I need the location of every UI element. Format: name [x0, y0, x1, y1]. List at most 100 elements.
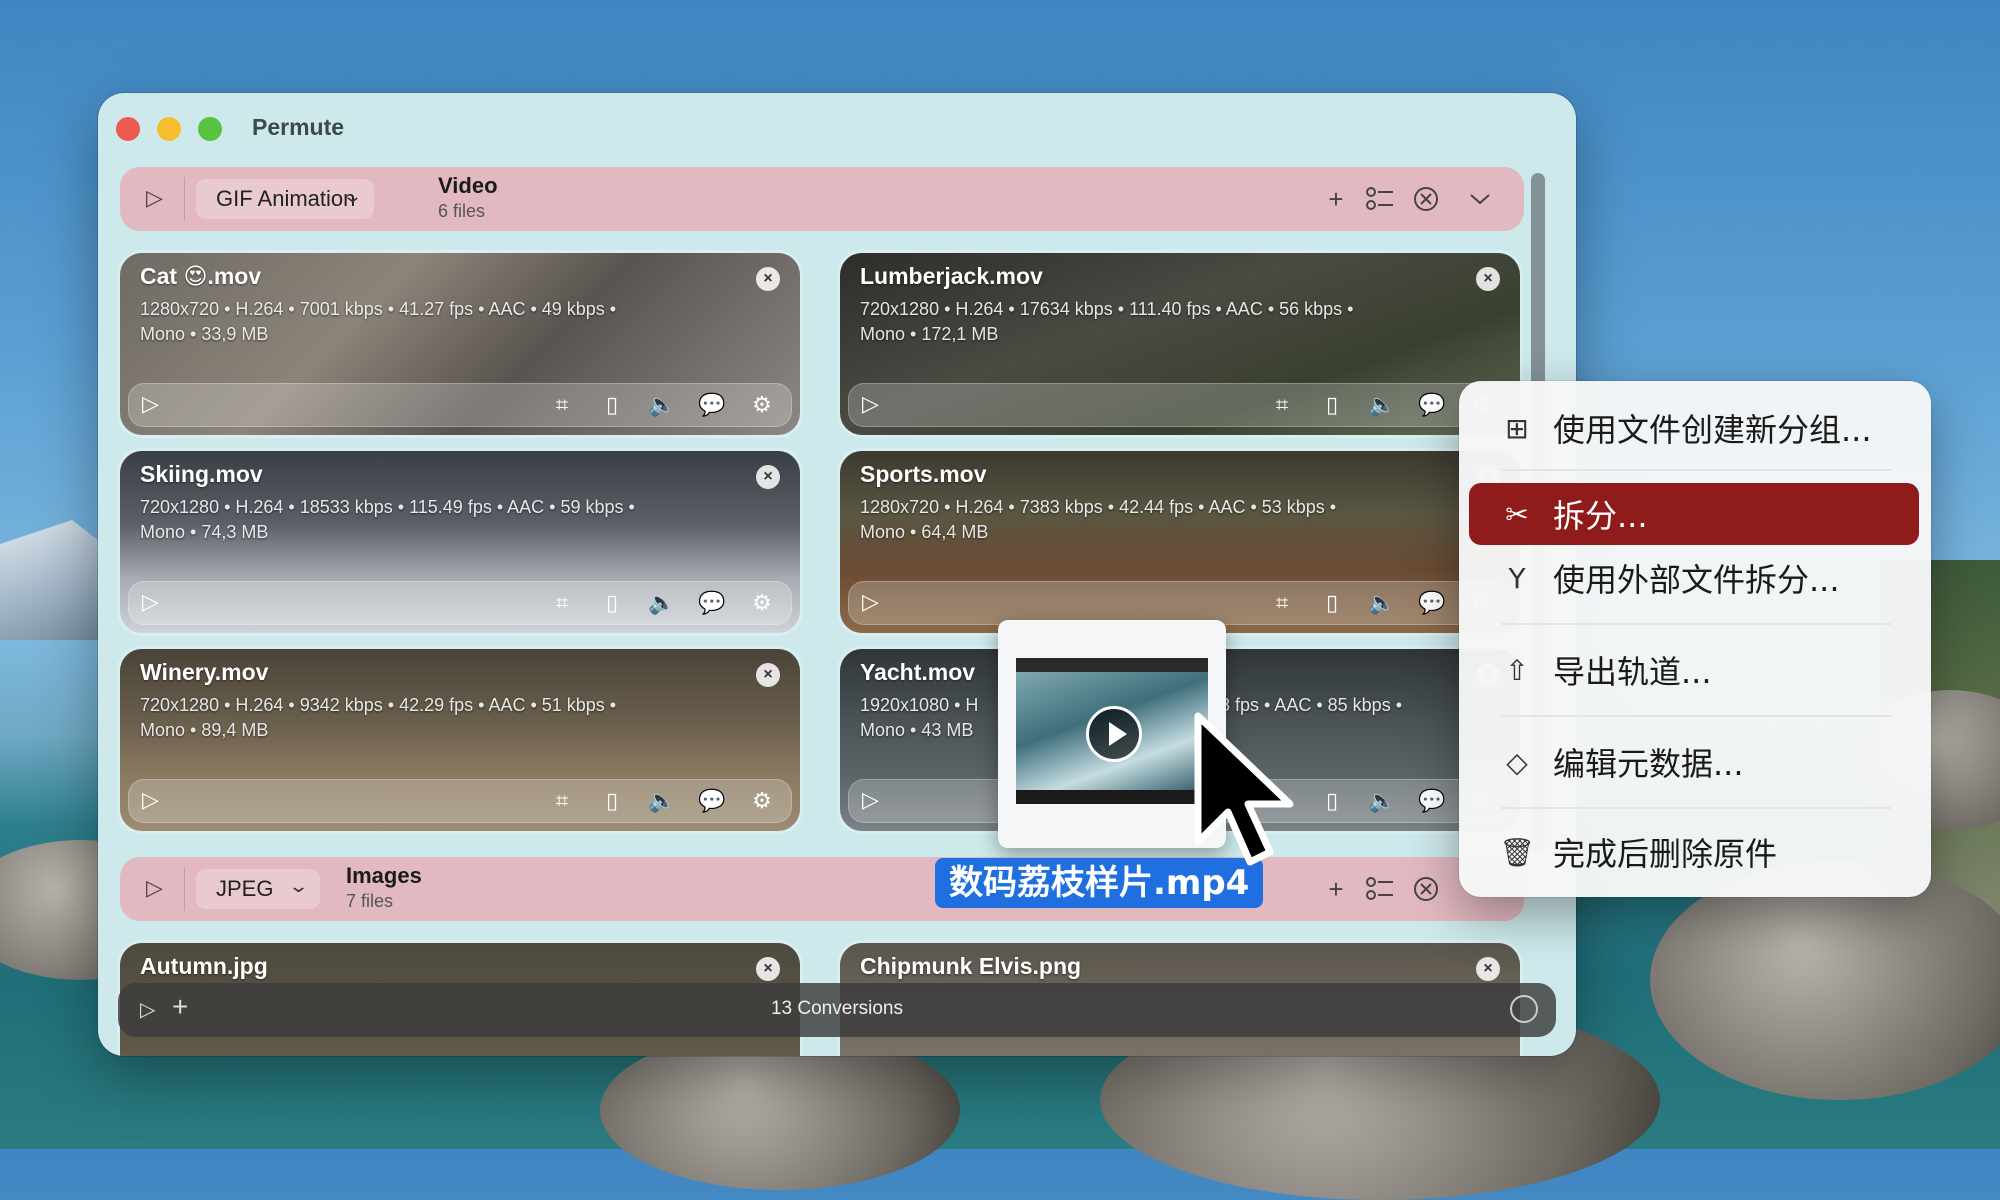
checklist-icon[interactable] — [1364, 873, 1396, 905]
add-icon[interactable]: + — [1320, 873, 1352, 905]
file-toolbar: ▷ ⌗ ▯ 🔈 💬 ⚙ — [128, 581, 792, 625]
trim-icon[interactable]: ▯ — [596, 389, 628, 421]
subtitles-icon[interactable]: 💬 — [1416, 389, 1448, 421]
audio-icon[interactable]: 🔈 — [1366, 389, 1398, 421]
file-meta: Mono • 33,9 MB — [140, 324, 269, 344]
audio-icon[interactable]: 🔈 — [646, 587, 678, 619]
play-group-button[interactable]: ▷ — [146, 875, 172, 903]
file-meta: Mono • 64,4 MB — [860, 522, 989, 542]
file-card[interactable]: Lumberjack.mov 720x1280 • H.264 • 17634 … — [840, 253, 1520, 435]
remove-all-icon[interactable] — [1410, 873, 1442, 905]
subtitles-icon[interactable]: 💬 — [696, 785, 728, 817]
play-icon[interactable]: ▷ — [142, 391, 159, 417]
zoom-window-button[interactable] — [198, 117, 222, 141]
play-icon[interactable]: ▷ — [862, 787, 879, 813]
menu-item-new-group[interactable]: ⊞ 使用文件创建新分组... — [1469, 397, 1919, 459]
close-window-button[interactable] — [116, 117, 140, 141]
grid-icon: ⊞ — [1505, 411, 1529, 445]
crop-icon[interactable]: ⌗ — [546, 785, 578, 817]
file-meta: Mono • 172,1 MB — [860, 324, 999, 344]
menu-item-split-external[interactable]: Y 使用外部文件拆分... — [1469, 547, 1919, 609]
file-meta: 720x1280 • H.264 • 9342 kbps • 42.29 fps… — [140, 695, 617, 715]
play-icon[interactable]: ▷ — [862, 391, 879, 417]
file-toolbar: ▷ ⌗ ▯ 🔈 💬 ⚙ — [848, 383, 1512, 427]
file-toolbar: ▷ ⌗ ▯ 🔈 💬 ⚙ — [848, 581, 1512, 625]
add-icon[interactable]: + — [1320, 183, 1352, 215]
file-name: Winery.mov — [140, 659, 269, 685]
file-meta: 1280x720 • H.264 • 7001 kbps • 41.27 fps… — [140, 299, 617, 319]
file-meta: 1920x1080 • H — [860, 695, 979, 715]
preset-label: GIF Animation — [216, 186, 356, 211]
menu-item-delete-original[interactable]: 🗑 完成后删除原件 — [1469, 821, 1919, 883]
share-icon: ⇧ — [1505, 653, 1529, 687]
trim-icon[interactable]: ▯ — [1316, 785, 1348, 817]
play-icon[interactable]: ▷ — [142, 589, 159, 615]
remove-file-icon[interactable]: × — [756, 957, 780, 981]
subtitles-icon[interactable]: 💬 — [1416, 587, 1448, 619]
file-card[interactable]: Skiing.mov 720x1280 • H.264 • 18533 kbps… — [120, 451, 800, 633]
subtitles-icon[interactable]: 💬 — [696, 389, 728, 421]
crop-icon[interactable]: ⌗ — [546, 389, 578, 421]
checklist-icon[interactable] — [1364, 183, 1396, 215]
file-card[interactable]: Sports.mov 1280x720 • H.264 • 7383 kbps … — [840, 451, 1520, 633]
menu-item-split[interactable]: ✂ 拆分... — [1469, 483, 1919, 545]
subtitles-icon[interactable]: 💬 — [1416, 785, 1448, 817]
scissors-icon: ✂ — [1505, 497, 1529, 531]
file-name: Lumberjack.mov — [860, 263, 1043, 289]
play-icon — [1086, 706, 1142, 762]
remove-file-icon[interactable]: × — [756, 465, 780, 489]
preset-dropdown[interactable]: GIF Animation ⌄ — [196, 179, 374, 219]
audio-icon[interactable]: 🔈 — [1366, 587, 1398, 619]
file-name: Yacht.mov — [860, 659, 976, 685]
group-name: Images — [346, 863, 422, 888]
audio-icon[interactable]: 🔈 — [1366, 785, 1398, 817]
remove-file-icon[interactable]: × — [1476, 267, 1500, 291]
trim-icon[interactable]: ▯ — [596, 785, 628, 817]
trim-icon[interactable]: ▯ — [1316, 587, 1348, 619]
minimize-window-button[interactable] — [157, 117, 181, 141]
subtitles-icon[interactable]: 💬 — [696, 587, 728, 619]
play-icon[interactable]: ▷ — [142, 787, 159, 813]
tag-icon: ◇ — [1506, 745, 1528, 779]
group-header-video: ▷ GIF Animation ⌄ Video 6 files + — [120, 167, 1524, 231]
crop-icon[interactable]: ⌗ — [1266, 587, 1298, 619]
play-icon[interactable]: ▷ — [862, 589, 879, 615]
file-meta: 720x1280 • H.264 • 17634 kbps • 111.40 f… — [860, 299, 1354, 319]
audio-icon[interactable]: 🔈 — [646, 785, 678, 817]
settings-icon[interactable]: ⚙ — [746, 587, 778, 619]
context-menu: ⊞ 使用文件创建新分组... ✂ 拆分... Y 使用外部文件拆分... ⇧ 导… — [1459, 381, 1931, 897]
remove-file-icon[interactable]: × — [756, 267, 780, 291]
file-toolbar: ▷ ⌗ ▯ 🔈 💬 ⚙ — [128, 779, 792, 823]
preset-label: JPEG — [216, 876, 274, 901]
preset-dropdown[interactable]: JPEG ⌄ — [196, 869, 320, 909]
collapse-chevron-icon[interactable] — [1464, 183, 1496, 215]
remove-file-icon[interactable]: × — [1476, 957, 1500, 981]
crop-icon[interactable]: ⌗ — [546, 587, 578, 619]
file-name: Chipmunk Elvis.png — [860, 953, 1082, 979]
divider — [184, 867, 185, 911]
play-group-button[interactable]: ▷ — [146, 185, 172, 213]
settings-icon[interactable]: ⚙ — [746, 389, 778, 421]
menu-separator — [1501, 623, 1891, 625]
chevron-down-icon: ⌄ — [341, 186, 364, 206]
trim-icon[interactable]: ▯ — [596, 587, 628, 619]
trim-icon[interactable]: ▯ — [1316, 389, 1348, 421]
file-name: Skiing.mov — [140, 461, 263, 487]
file-meta: Mono • 89,4 MB — [140, 720, 269, 740]
menu-separator — [1501, 715, 1891, 717]
file-name: Sports.mov — [860, 461, 987, 487]
remove-all-icon[interactable] — [1410, 183, 1442, 215]
settings-icon[interactable]: ⚙ — [746, 785, 778, 817]
file-card[interactable]: Cat 😍.mov 1280x720 • H.264 • 7001 kbps •… — [120, 253, 800, 435]
crop-icon[interactable]: ⌗ — [1266, 389, 1298, 421]
audio-icon[interactable]: 🔈 — [646, 389, 678, 421]
remove-file-icon[interactable]: × — [756, 663, 780, 687]
file-card[interactable]: Winery.mov 720x1280 • H.264 • 9342 kbps … — [120, 649, 800, 831]
group-name: Video — [438, 173, 498, 198]
conversions-count: 13 Conversions — [770, 998, 904, 1019]
menu-item-export-tracks[interactable]: ⇧ 导出轨道... — [1469, 639, 1919, 701]
help-icon[interactable] — [1510, 995, 1538, 1023]
titlebar: Permute — [98, 93, 1576, 163]
chevron-down-icon: ⌄ — [287, 876, 310, 896]
menu-item-edit-metadata[interactable]: ◇ 编辑元数据... — [1469, 731, 1919, 793]
